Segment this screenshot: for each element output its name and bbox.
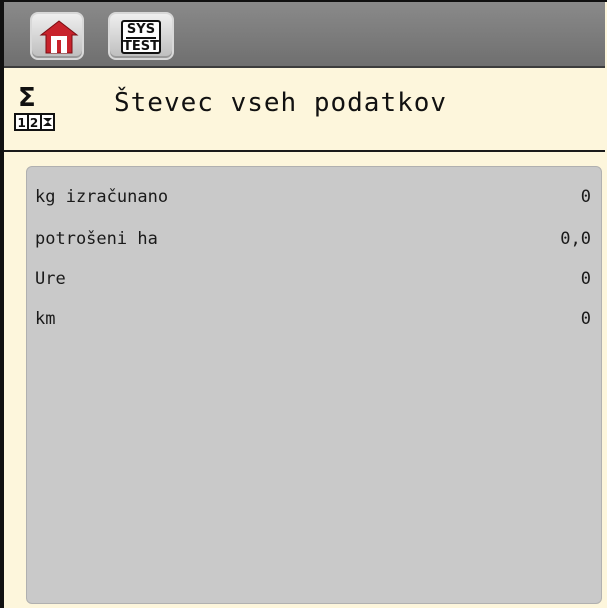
home-button[interactable]: [30, 12, 84, 60]
counter-value: 0: [580, 187, 591, 207]
page-header: Σ 12 Števec vseh podatkov: [4, 68, 605, 152]
counter-value: 0: [580, 309, 591, 329]
counter-sigma-icon: Σ 12: [14, 83, 55, 131]
top-toolbar: SYS TEST: [4, 2, 605, 68]
sys-test-button[interactable]: SYS TEST: [108, 12, 174, 60]
counter-digits: 12: [18, 116, 43, 130]
counter-row-km[interactable]: km 0: [27, 299, 601, 339]
sys-label: SYS: [126, 22, 156, 39]
counter-label: potrošeni ha: [35, 229, 158, 249]
counter-label: Ure: [35, 269, 66, 289]
sigma-glyph: Σ: [18, 83, 36, 113]
counter-value: 0,0: [560, 229, 591, 249]
sys-test-icon: SYS TEST: [121, 20, 161, 54]
counter-row-kg[interactable]: kg izračunano 0: [27, 177, 601, 217]
counters-panel: kg izračunano 0 potrošeni ha 0,0 Ure 0 k…: [26, 166, 602, 604]
counter-row-hours[interactable]: Ure 0: [27, 259, 601, 299]
counter-value: 0: [580, 269, 591, 289]
page-title: Števec vseh podatkov: [114, 88, 448, 118]
home-icon: [39, 20, 79, 54]
test-label: TEST: [123, 39, 159, 54]
counter-label: km: [35, 309, 56, 329]
counter-label: kg izračunano: [35, 187, 169, 207]
counter-row-ha[interactable]: potrošeni ha 0,0: [27, 219, 601, 259]
